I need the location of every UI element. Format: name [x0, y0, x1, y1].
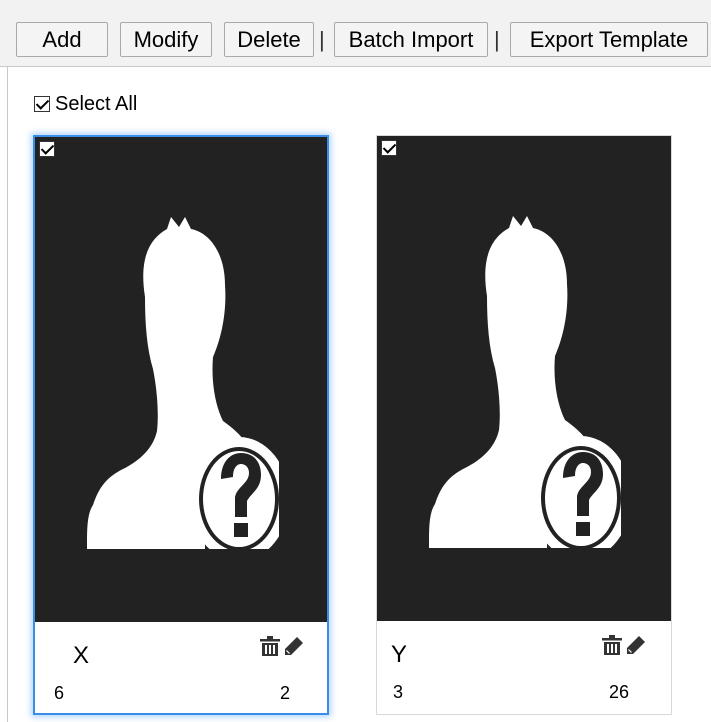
card-actions [601, 634, 647, 656]
toolbar: Add Modify Delete | Batch Import | Expor… [0, 0, 711, 67]
delete-button[interactable]: Delete [224, 22, 314, 57]
toolbar-separator: | [319, 27, 325, 52]
select-all-label: Select All [55, 92, 138, 115]
pencil-icon[interactable] [283, 635, 305, 657]
panel-border [7, 66, 8, 722]
modify-button[interactable]: Modify [120, 22, 212, 57]
person-card[interactable]: Y 3 26 [376, 135, 672, 715]
person-number: 2 [280, 683, 291, 703]
add-button[interactable]: Add [16, 22, 108, 57]
pencil-icon[interactable] [625, 634, 647, 656]
person-photo [35, 137, 327, 622]
person-id: 6 [54, 683, 65, 703]
person-number: 26 [609, 682, 630, 702]
batch-import-button[interactable]: Batch Import [334, 22, 488, 57]
person-name: Y [391, 641, 408, 668]
person-id: 3 [393, 682, 404, 702]
card-checkbox[interactable] [381, 140, 397, 156]
card-actions [259, 635, 305, 657]
person-unknown-icon [87, 217, 279, 549]
toolbar-separator: | [494, 27, 500, 52]
card-checkbox[interactable] [39, 141, 55, 157]
person-name: X [73, 642, 90, 669]
export-template-button[interactable]: Export Template [510, 22, 708, 57]
trash-icon[interactable] [259, 635, 281, 657]
person-card[interactable]: X 6 2 [33, 135, 329, 715]
select-all-checkbox[interactable] [34, 96, 50, 112]
trash-icon[interactable] [601, 634, 623, 656]
select-all[interactable]: Select All [34, 92, 137, 116]
person-photo [377, 136, 671, 621]
person-unknown-icon [429, 216, 621, 548]
